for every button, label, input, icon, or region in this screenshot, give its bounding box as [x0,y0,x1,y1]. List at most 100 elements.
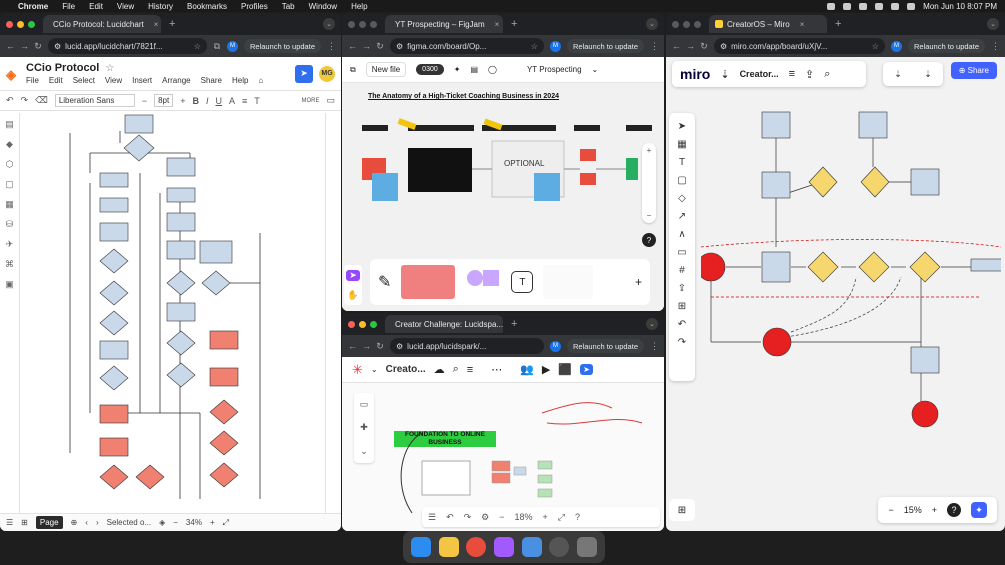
site-info-icon[interactable]: ⚙ [396,342,403,351]
miro-app[interactable]: miro ⇣ Creator... ≡ ⇪ ⌕ ⇣ ⇣ ⊕ Share ➤ ▦ … [666,57,1005,531]
redo-icon[interactable]: ↷ [464,512,472,523]
zoom-in-button[interactable]: + [543,512,548,522]
app-icon[interactable] [521,537,542,557]
chat-icon[interactable]: ◯ [488,65,497,74]
menu-bookmarks[interactable]: Bookmarks [187,2,227,11]
status-icon[interactable] [827,2,836,10]
settings-icon[interactable]: ⚙ [481,512,489,523]
frames-icon[interactable]: ▦ [677,139,686,150]
underline-button[interactable]: U [216,96,223,106]
comments-icon[interactable]: ▣ [5,279,14,290]
new-tab-button[interactable]: + [835,18,841,30]
trash-icon[interactable] [577,537,598,557]
menu-arrange[interactable]: Arrange [162,76,190,85]
relaunch-button[interactable]: Relaunch to update [243,39,321,53]
share-button[interactable]: ⊕ Share [950,62,997,79]
menu-window[interactable]: Window [309,2,337,11]
relaunch-button[interactable]: Relaunch to update [566,339,644,353]
page-tab[interactable]: Page [35,516,63,529]
align-button[interactable]: ≡ [242,96,247,106]
close-window-button[interactable] [348,20,355,28]
zoom-in-button[interactable]: + [932,505,937,515]
profile-avatar[interactable]: M [549,340,561,352]
menu-view[interactable]: View [117,2,134,11]
lucid-canvas[interactable] [20,113,325,513]
browser-tab-miro[interactable]: CreatorOS – Miro × [709,15,827,33]
bookmark-star-icon[interactable]: ☆ [872,42,879,51]
stamps-tool-icon[interactable] [543,265,594,299]
relaunch-button[interactable]: Relaunch to update [907,39,985,53]
kebab-menu-icon[interactable]: ⋮ [650,341,659,352]
chevrons-down-icon[interactable]: ⇣ [924,69,932,80]
undo-icon[interactable]: ↶ [6,95,14,106]
layers-icon[interactable]: ◈ [159,518,165,527]
ai-sparkle-button[interactable]: ✦ [971,502,987,518]
gift-icon[interactable]: ⌂ [258,76,263,85]
browser-tab-lucidspark[interactable]: Creator Challenge: Lucidspa... × [385,315,503,333]
minimize-window-button[interactable] [17,20,24,28]
menu-edit[interactable]: Edit [89,2,103,11]
profile-avatar[interactable]: M [890,40,902,52]
menu-insert[interactable]: Insert [132,76,152,85]
next-page-icon[interactable]: › [96,518,99,527]
close-tab-icon[interactable]: × [800,20,805,29]
help-button[interactable]: ? [642,233,656,247]
minimize-window-button[interactable] [359,320,366,328]
tab-search-icon[interactable]: ⌄ [646,318,658,330]
new-tab-button[interactable]: + [511,18,517,30]
zoom-window-button[interactable] [28,20,35,28]
address-bar[interactable]: ⚙ lucid.app/lucidchart/7821f... ☆ [48,38,207,54]
more-button[interactable]: MORE [301,98,319,104]
close-window-button[interactable] [348,320,355,328]
connector-icon[interactable]: ↗ [678,211,686,222]
tab-search-icon[interactable]: ⌄ [323,18,335,30]
share-send-button[interactable]: ➤ [580,364,593,375]
bookmark-star-icon[interactable]: ☆ [531,42,538,51]
zoom-in-button[interactable]: + [647,146,652,155]
menu-help[interactable]: Help [351,2,367,11]
format-painter-icon[interactable]: ⌫ [35,95,48,106]
search-icon[interactable]: ⌕ [453,363,459,376]
zoom-out-button[interactable]: − [173,518,178,527]
address-bar[interactable]: ⚙ lucid.app/lucidspark/... [390,338,544,354]
zoom-in-button[interactable]: + [210,518,215,527]
zoom-window-button[interactable] [370,320,377,328]
minimize-window-button[interactable] [359,20,366,28]
figma-icon[interactable] [493,537,514,557]
close-tab-icon[interactable]: × [495,20,500,29]
site-info-icon[interactable]: ⚙ [720,42,727,51]
fit-icon[interactable]: ⤢ [558,512,565,523]
select-tool-icon[interactable]: ➤ [678,121,686,132]
frames-panel-button[interactable]: ⊞ [669,499,695,521]
minimize-window-button[interactable] [683,20,690,28]
frame-icon[interactable]: # [679,265,685,276]
search-icon[interactable]: ⌕ [824,68,830,81]
forward-icon[interactable]: → [20,41,29,51]
profile-avatar[interactable]: M [226,40,238,52]
undo-icon[interactable]: ↶ [678,319,686,330]
collaborators-icon[interactable]: 👥 [520,363,534,376]
menu-select[interactable]: Select [73,76,95,85]
board-name[interactable]: Creator... [740,69,779,79]
chrome-icon[interactable] [466,537,487,557]
wifi-icon[interactable] [859,2,868,10]
sticky-note-icon[interactable]: ▢ [677,175,686,186]
tab-search-icon[interactable]: ⌄ [646,18,658,30]
export-icon[interactable]: ⇪ [805,68,814,81]
menu-tab[interactable]: Tab [282,2,295,11]
new-tab-button[interactable]: + [169,18,175,30]
present-icon[interactable]: ▶ [542,363,550,376]
miro-logo[interactable]: miro [680,66,710,82]
prev-page-icon[interactable]: ‹ [85,518,88,527]
upload-icon[interactable]: ⇪ [678,283,686,294]
text-tool-icon[interactable]: T [679,157,685,168]
browser-tab-figjam[interactable]: YT Prospecting – FigJam × [385,15,503,33]
lucid-right-panel[interactable] [325,113,341,513]
menubar-clock[interactable]: Mon Jun 10 8:07 PM [923,2,997,11]
battery-icon[interactable] [875,2,884,10]
document-title[interactable]: CCio Protocol [26,62,99,74]
close-tab-icon[interactable]: × [154,20,159,29]
timer-widget[interactable]: 0300 [416,64,444,75]
menu-file[interactable]: File [62,2,75,11]
reload-icon[interactable]: ↻ [376,341,384,352]
